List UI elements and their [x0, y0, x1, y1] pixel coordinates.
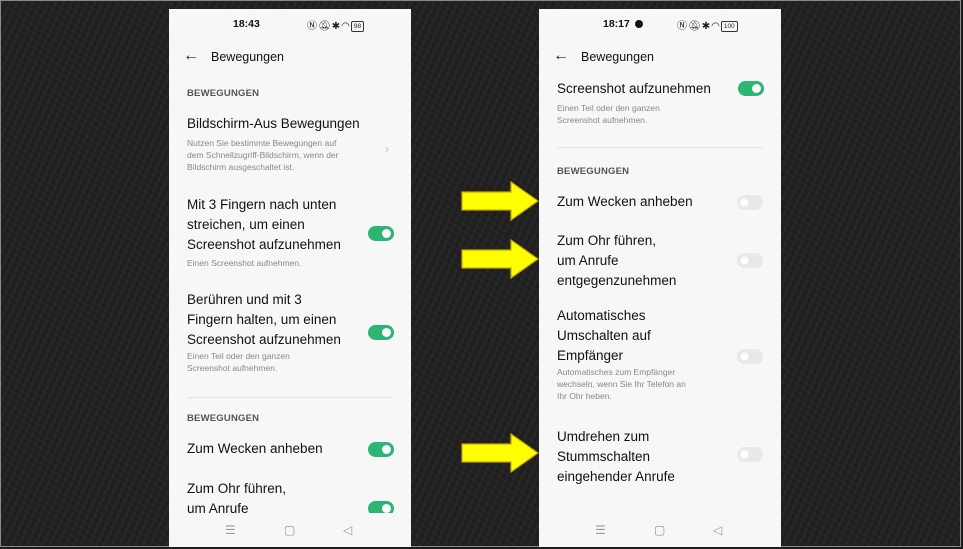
home-icon[interactable]: ▢	[284, 523, 295, 537]
three-finger-hold-title: Berühren und mit 3 Fingern halten, um ei…	[187, 292, 341, 347]
screenshot-hold-subtitle: Einen Teil oder den ganzen Screenshot au…	[557, 103, 660, 125]
status-time: 18:17	[603, 18, 643, 30]
arrow-right-icon	[461, 239, 539, 279]
auto-switch-receiver-subtitle: Automatisches zum Empfänger wechseln, we…	[557, 367, 686, 401]
status-bar: 18:17 Ⓝ🔕︎✱◠ 100	[539, 9, 781, 37]
chevron-right-icon[interactable]: ›	[385, 142, 389, 156]
raise-to-ear-title: Zum Ohr führen, um Anrufe entgegenzunehm…	[557, 233, 677, 288]
notification-dot-icon	[634, 20, 643, 28]
back-arrow-icon[interactable]: ←	[553, 47, 569, 65]
app-bar: ← Bewegungen	[539, 37, 781, 77]
divider	[187, 397, 393, 398]
flip-to-mute-title: Umdrehen zum Stummschalten eingehender A…	[557, 429, 675, 484]
three-finger-swipe-toggle[interactable]	[368, 226, 394, 241]
section-header: BEWEGUNGEN	[557, 166, 630, 177]
battery-icon: 98	[350, 21, 365, 32]
bluetooth-icon: ✱	[331, 21, 342, 32]
wifi-icon: ◠	[341, 21, 351, 32]
nfc-icon: Ⓝ	[307, 21, 318, 32]
back-icon[interactable]: ◁	[713, 523, 722, 537]
status-bar: 18:43 Ⓝ🔕︎✱◠ 98	[169, 9, 411, 37]
menu-icon[interactable]: ☰	[595, 523, 606, 537]
status-icons: Ⓝ🔕︎✱◠ 98	[307, 17, 365, 32]
raise-to-ear-toggle[interactable]	[737, 253, 763, 268]
raise-to-wake-title[interactable]: Zum Wecken anheben	[557, 192, 693, 212]
mute-icon: 🔕︎	[688, 21, 702, 32]
battery-icon: 100	[720, 21, 738, 32]
raise-to-ear-toggle[interactable]	[368, 501, 394, 513]
arrow-right-icon	[461, 433, 539, 473]
raise-to-wake-title[interactable]: Zum Wecken anheben	[187, 439, 323, 459]
back-arrow-icon[interactable]: ←	[183, 47, 199, 65]
three-finger-hold-toggle[interactable]	[368, 325, 394, 340]
three-finger-swipe-title: Mit 3 Fingern nach unten streichen, um e…	[187, 197, 341, 252]
page-title: Bewegungen	[211, 50, 284, 64]
phone-screen-left: BEWEGUNGEN Bildschirm-Aus Bewegungen Nut…	[169, 9, 411, 547]
three-finger-swipe-subtitle: Einen Screenshot aufnehmen.	[187, 258, 302, 268]
app-bar: ← Bewegungen	[169, 37, 411, 77]
screen-off-gestures-title[interactable]: Bildschirm-Aus Bewegungen	[187, 114, 360, 134]
navigation-bar: ☰ ▢ ◁	[539, 513, 781, 547]
page-title: Bewegungen	[581, 50, 654, 64]
image-frame: BEWEGUNGEN Bildschirm-Aus Bewegungen Nut…	[0, 0, 961, 547]
arrow-right-icon	[461, 181, 539, 221]
raise-to-wake-toggle[interactable]	[737, 195, 763, 210]
screenshot-hold-toggle[interactable]	[738, 81, 764, 96]
status-icons: Ⓝ🔕︎✱◠ 100	[677, 17, 738, 32]
wifi-icon: ◠	[711, 21, 721, 32]
mute-icon: 🔕︎	[318, 21, 332, 32]
bluetooth-icon: ✱	[701, 21, 712, 32]
nfc-icon: Ⓝ	[677, 21, 688, 32]
raise-to-ear-title: Zum Ohr führen, um Anrufe	[187, 481, 287, 513]
section-header: BEWEGUNGEN	[187, 88, 260, 99]
raise-to-wake-toggle[interactable]	[368, 442, 394, 457]
navigation-bar: ☰ ▢ ◁	[169, 513, 411, 547]
settings-list[interactable]: Screenshot aufzunehmen Einen Teil oder d…	[539, 9, 781, 513]
screenshot-hold-title[interactable]: Screenshot aufzunehmen	[557, 79, 711, 99]
screen-off-gestures-subtitle: Nutzen Sie bestimmte Bewegungen auf dem …	[187, 138, 339, 172]
menu-icon[interactable]: ☰	[225, 523, 236, 537]
three-finger-hold-subtitle: Einen Teil oder den ganzen Screenshot au…	[187, 351, 290, 373]
flip-to-mute-toggle[interactable]	[737, 447, 763, 462]
section-header: BEWEGUNGEN	[187, 413, 260, 424]
auto-switch-receiver-toggle[interactable]	[737, 349, 763, 364]
settings-list[interactable]: BEWEGUNGEN Bildschirm-Aus Bewegungen Nut…	[169, 9, 411, 513]
divider	[557, 147, 763, 148]
status-time: 18:43	[233, 18, 260, 30]
auto-switch-receiver-title: Automatisches Umschalten auf Empfänger	[557, 308, 651, 363]
home-icon[interactable]: ▢	[654, 523, 665, 537]
back-icon[interactable]: ◁	[343, 523, 352, 537]
phone-screen-right: Screenshot aufzunehmen Einen Teil oder d…	[539, 9, 781, 547]
